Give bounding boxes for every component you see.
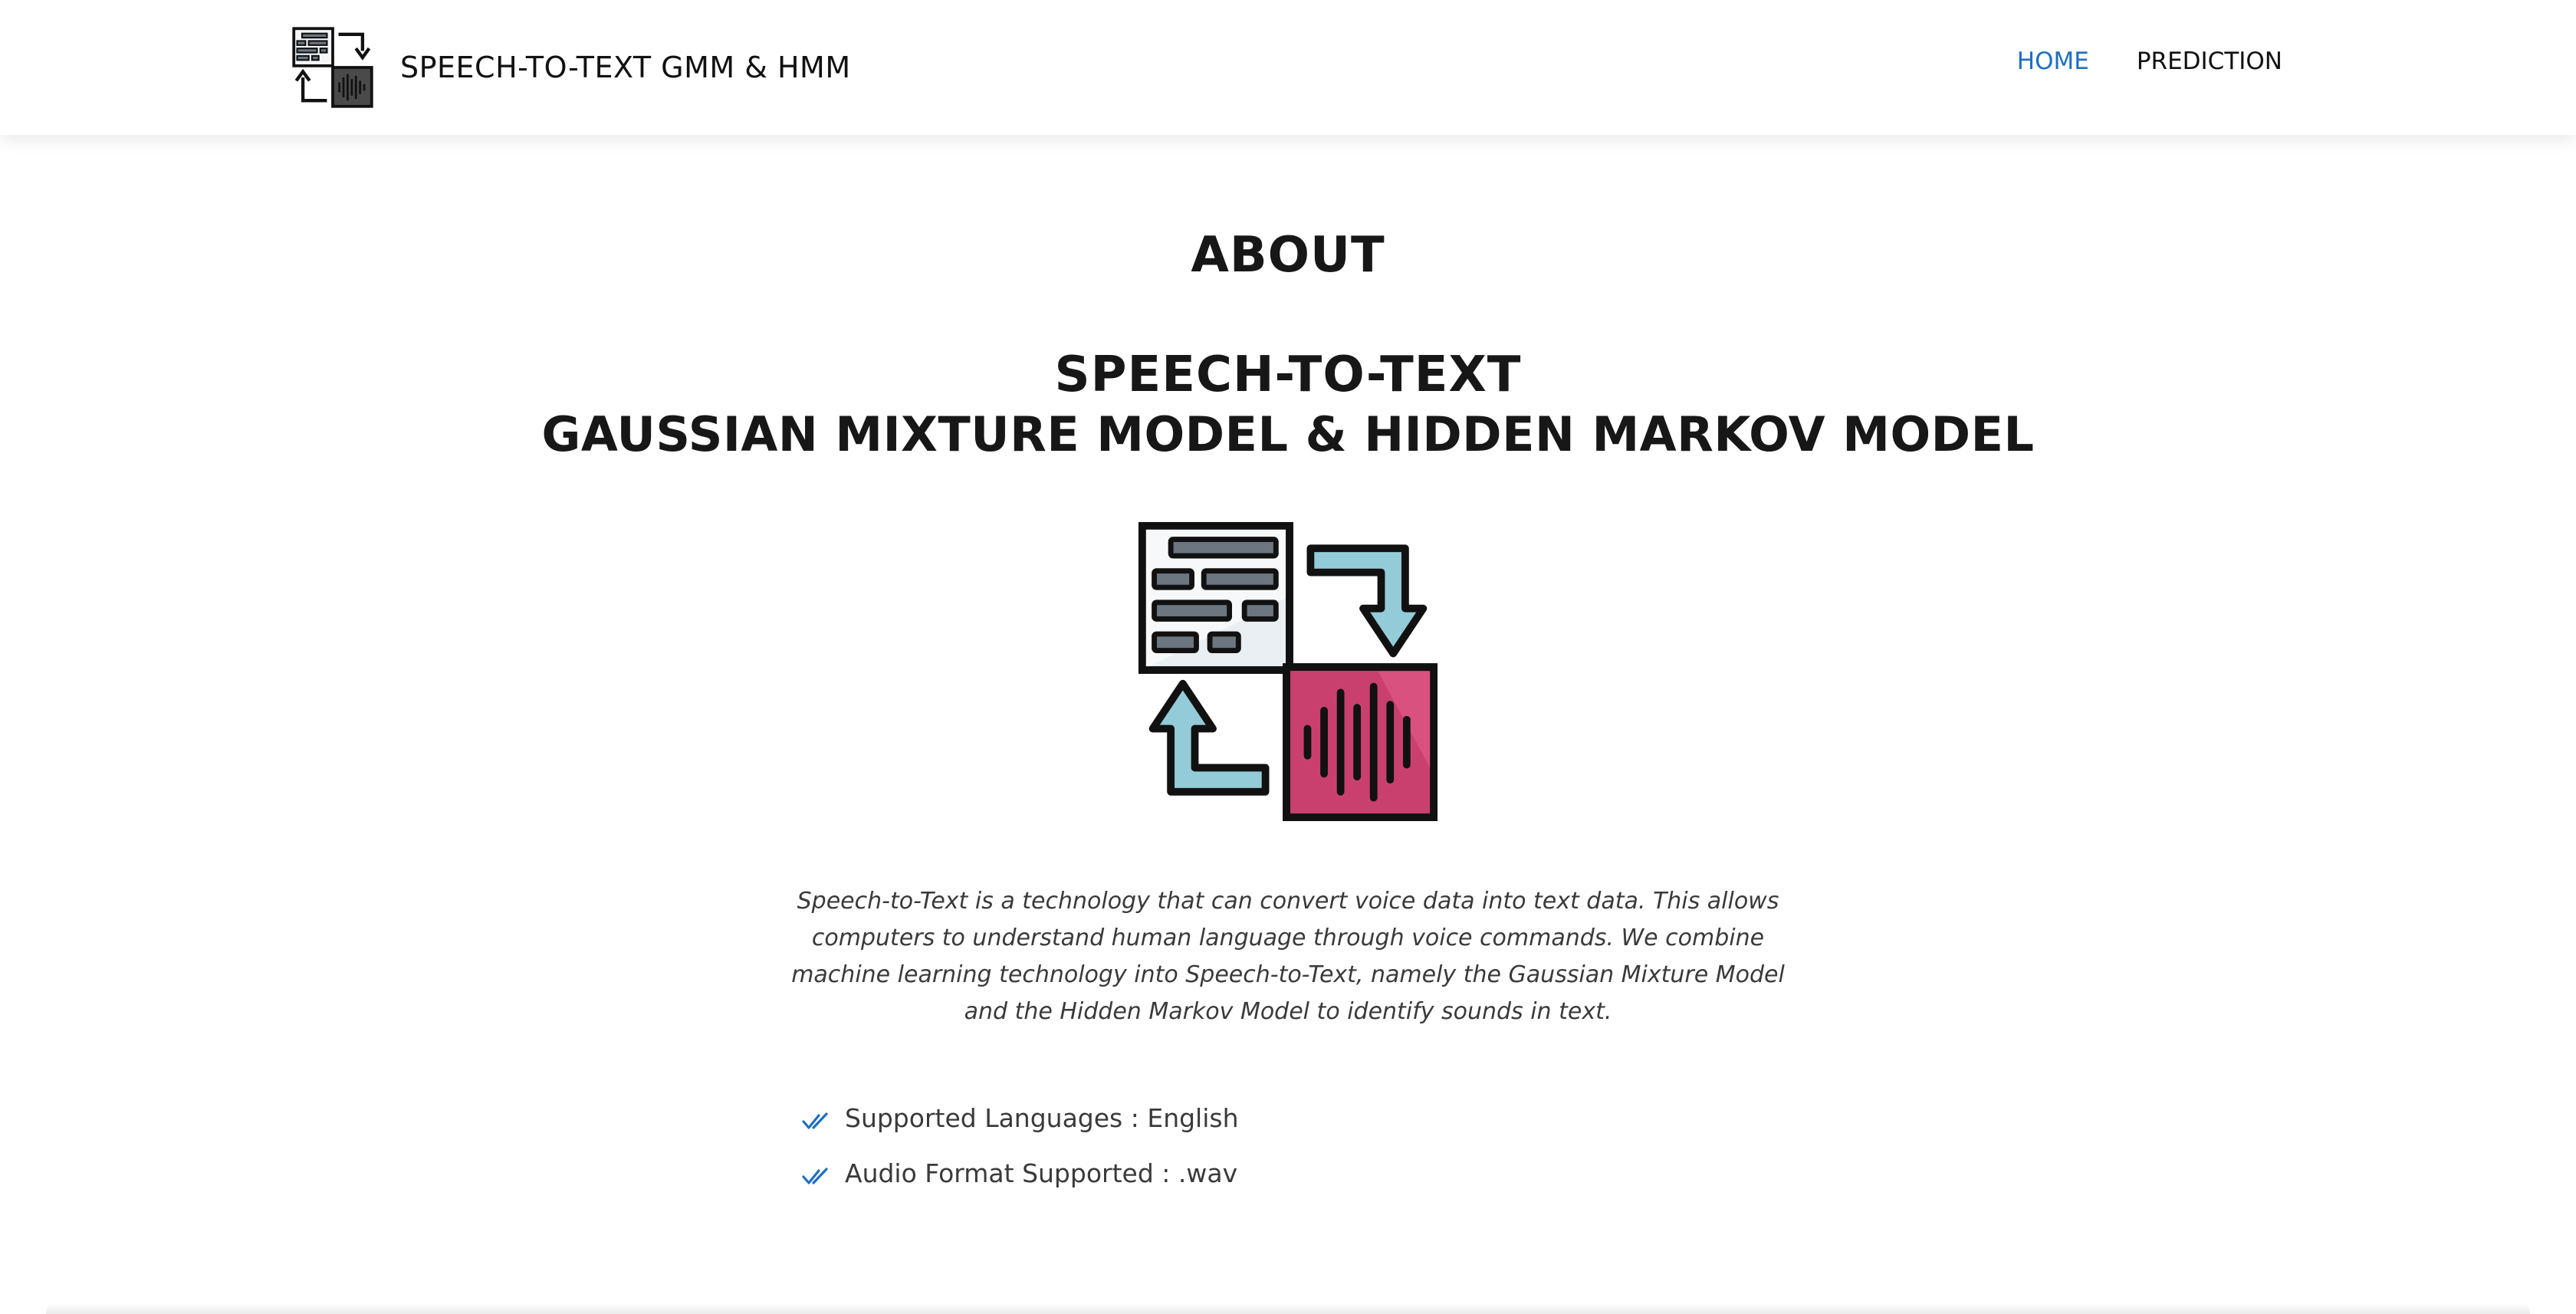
list-item: Audio Format Supported : .wav	[802, 1145, 1239, 1201]
nav-link-prediction[interactable]: PREDICTION	[2137, 48, 2282, 75]
main-nav: HOME PREDICTION	[1970, 48, 2282, 75]
page-title: ABOUT	[1191, 227, 1385, 284]
double-check-icon	[802, 1112, 828, 1129]
speech-to-text-illustration-icon	[1138, 521, 1438, 822]
about-section: ABOUT SPEECH-TO-TEXT GAUSSIAN MIXTURE MO…	[0, 135, 2576, 1314]
speech-to-text-logo-icon[interactable]	[291, 26, 374, 109]
subtitle-line-1: SPEECH-TO-TEXT	[1054, 347, 1522, 403]
brand[interactable]: SPEECH-TO-TEXT GMM & HMM	[291, 26, 851, 109]
list-item: Supported Languages : English	[802, 1090, 1239, 1145]
top-navbar: SPEECH-TO-TEXT GMM & HMM HOME PREDICTION	[0, 0, 2576, 135]
double-check-icon	[802, 1168, 828, 1184]
subtitle-line-2: GAUSSIAN MIXTURE MODEL & HIDDEN MARKOV M…	[541, 406, 2035, 462]
nav-link-home[interactable]: HOME	[2017, 48, 2089, 75]
feature-text: Supported Languages : English	[845, 1102, 1239, 1133]
about-description: Speech-to-Text is a technology that can …	[791, 888, 1785, 1025]
feature-text: Audio Format Supported : .wav	[845, 1158, 1238, 1188]
next-section-edge	[46, 1303, 2530, 1314]
section-subtitle: SPEECH-TO-TEXT GAUSSIAN MIXTURE MODEL & …	[0, 345, 2576, 465]
feature-list: Supported Languages : English Audio Form…	[802, 1090, 1239, 1201]
brand-title[interactable]: SPEECH-TO-TEXT GMM & HMM	[400, 51, 851, 84]
